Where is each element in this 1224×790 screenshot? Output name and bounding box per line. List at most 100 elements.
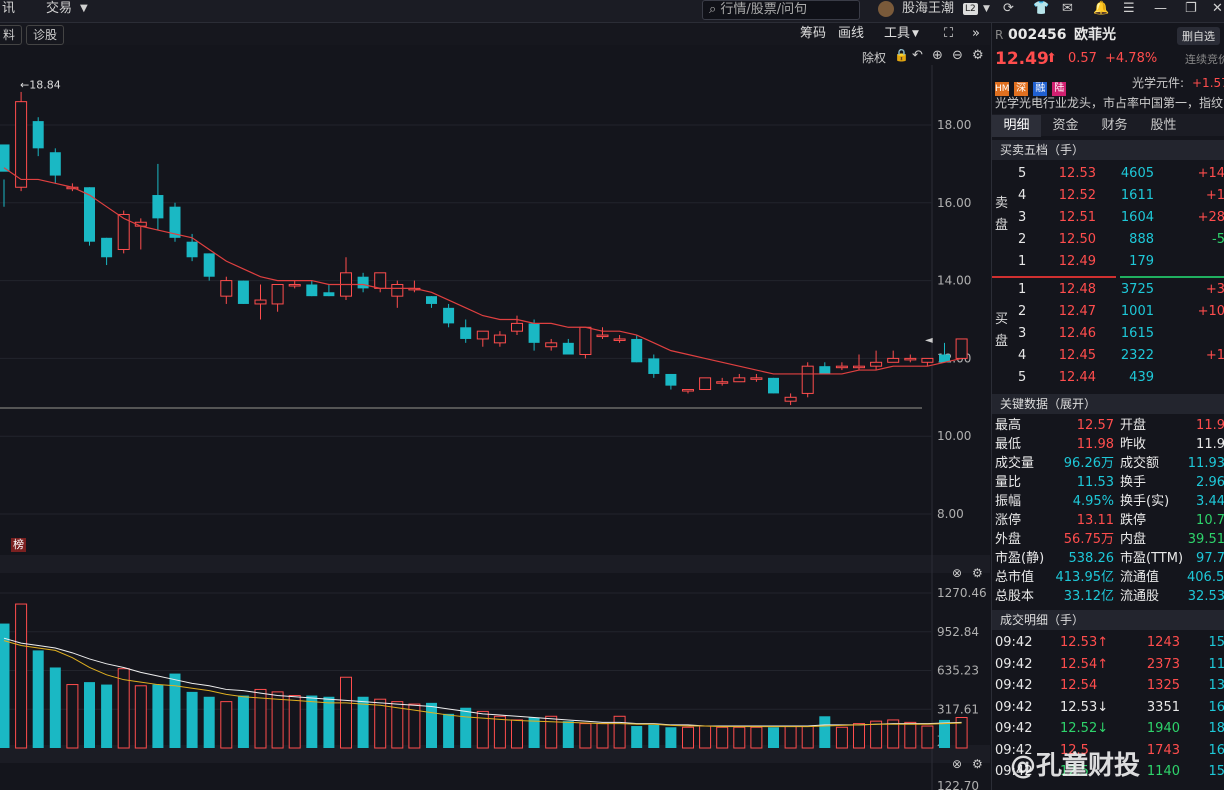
candle-body <box>562 342 574 355</box>
fullscreen-icon[interactable]: ⛶ <box>944 25 953 43</box>
lock-icon[interactable]: 🔒 <box>894 48 909 62</box>
trade-time: 09:42 <box>995 699 1033 715</box>
candle-body <box>545 342 558 348</box>
settings-icon[interactable]: ⚙ <box>972 48 984 63</box>
menu-trade[interactable]: 交易 <box>46 0 72 18</box>
price-pane <box>0 45 932 555</box>
volume-bar <box>613 715 626 749</box>
collapse-icon[interactable]: » <box>972 25 980 43</box>
trade-time: 09:42 <box>995 635 1033 650</box>
bell-icon[interactable]: 🔔 <box>1093 0 1109 18</box>
tab-funds[interactable]: 资金 <box>1041 115 1090 137</box>
quote-panel: R 002456 欧菲光 删自选 12.49 ⬆ 0.57 +4.78% 连续竞… <box>991 23 1224 790</box>
volume-bar <box>460 707 472 748</box>
search-input[interactable]: ⌕ 行情/股票/问句 <box>702 0 860 20</box>
indicator-axis-label: 122.70 <box>937 779 979 790</box>
keydata-label: 换手(实) <box>1120 494 1170 509</box>
indicator-settings-icon[interactable]: ⚙ <box>972 757 983 771</box>
shirt-icon[interactable]: 👕 <box>1033 0 1049 18</box>
sector-name[interactable]: 光学元件: <box>1132 73 1184 93</box>
candle-body <box>460 327 472 339</box>
volume-bar <box>443 713 455 748</box>
remove-watchlist-button[interactable]: 删自选 <box>1177 27 1220 45</box>
volume-bar <box>750 726 763 749</box>
bid-level: 4 <box>1018 348 1027 363</box>
volume-bar <box>596 723 609 749</box>
volume-axis-label: 1270.46 <box>937 586 987 600</box>
bid-volume: 3725 <box>1120 282 1154 297</box>
avatar[interactable] <box>878 1 894 17</box>
volume-bar <box>784 725 797 749</box>
keydata-value: 406.58 <box>1187 570 1224 585</box>
account-name[interactable]: 股海王潮 <box>902 0 954 18</box>
trade-volume: 1243 <box>1146 635 1180 650</box>
chevron-down-icon[interactable]: ▼ <box>80 0 88 18</box>
menu-news[interactable]: 讯 <box>2 0 15 18</box>
keydata-label: 成交量 <box>995 456 1035 471</box>
keydata-label: 昨收 <box>1120 437 1147 452</box>
profile-button[interactable]: 料 <box>0 25 23 45</box>
close-icon[interactable]: ✕ <box>1212 0 1223 18</box>
draw-line-button[interactable]: 画线 <box>838 25 864 43</box>
trade-count: 13 <box>1208 678 1224 693</box>
zoom-out-icon[interactable]: ⊖ <box>952 48 963 63</box>
trades-title[interactable]: 成交明细（手） <box>992 610 1224 630</box>
tab-detail[interactable]: 明细 <box>992 115 1041 137</box>
keydata-value: 538.26 <box>1068 551 1115 566</box>
mail-icon[interactable]: ✉ <box>1062 0 1073 18</box>
rank-badge[interactable]: 榜 <box>11 538 26 552</box>
tab-character[interactable]: 股性 <box>1139 115 1188 137</box>
stock-description[interactable]: 光学光电行业龙头，市占率中国第一，指纹 <box>995 93 1223 113</box>
ex-rights-button[interactable]: 除权 <box>862 49 886 66</box>
sell-label: 卖盘 <box>995 196 1009 233</box>
close-volume-icon[interactable]: ⊗ <box>952 566 962 580</box>
restore-icon[interactable]: ❐ <box>1185 0 1197 18</box>
candle-body <box>819 366 831 374</box>
keydata-value: 2.96 <box>1196 475 1224 490</box>
tools-button[interactable]: 工具 <box>884 25 910 43</box>
tab-finance[interactable]: 财务 <box>1090 115 1139 137</box>
orderbook-title[interactable]: 买卖五档（手） <box>992 140 1224 160</box>
diagnose-button[interactable]: 诊股 <box>26 25 65 45</box>
volume-settings-icon[interactable]: ⚙ <box>972 566 983 580</box>
bid-change <box>1176 324 1224 344</box>
keydata-label: 市盈(静) <box>995 551 1045 566</box>
keydata-value: 10.7 <box>1196 513 1224 528</box>
ask-price: 12.50 <box>1058 232 1096 247</box>
ask-price: 12.53 <box>1058 166 1096 181</box>
keydata-label: 跌停 <box>1120 513 1147 528</box>
refresh-icon[interactable]: ⟳ <box>1003 0 1014 18</box>
candle-body <box>835 365 848 369</box>
keydata-value: 3.44 <box>1196 494 1224 509</box>
zoom-in-icon[interactable]: ⊕ <box>932 48 943 63</box>
account-dropdown-icon[interactable]: ▼ <box>983 0 990 18</box>
keydata-title[interactable]: 关键数据（展开） <box>992 394 1224 414</box>
tools-dropdown-icon[interactable]: ▼ <box>912 25 919 43</box>
ask-price: 12.49 <box>1058 254 1096 269</box>
last-price: 12.49 <box>995 49 1049 69</box>
candle-body <box>288 283 301 287</box>
candle-body <box>904 357 917 361</box>
keydata-label: 成交额 <box>1120 456 1160 471</box>
sector-change: +1.57 <box>1192 76 1224 90</box>
trading-status: 连续竞价 <box>1185 53 1224 66</box>
volume-bar <box>870 720 883 749</box>
candle-body <box>579 326 592 356</box>
kline-chart[interactable]: 18.0016.0014.0012.0010.008.00←18.84◄1270… <box>0 45 990 790</box>
volume-bar <box>699 725 712 749</box>
chips-button[interactable]: 筹码 <box>800 25 826 43</box>
menu-icon[interactable]: ☰ <box>1123 0 1135 18</box>
price-axis-label: 18.00 <box>937 118 971 132</box>
close-indicator-icon[interactable]: ⊗ <box>952 757 962 771</box>
keydata-value: 12.57 <box>1076 418 1114 433</box>
candle-body <box>733 377 746 383</box>
keydata-value: 4.95% <box>1072 494 1114 509</box>
volume-bar <box>853 723 865 749</box>
minimize-icon[interactable]: — <box>1154 0 1167 18</box>
undo-icon[interactable]: ↶ <box>912 48 923 63</box>
bid-price: 12.44 <box>1058 370 1096 385</box>
ask-level: 5 <box>1018 166 1027 181</box>
ask-volume: 1611 <box>1120 188 1154 203</box>
current-price-marker: ◄ <box>925 335 933 346</box>
bid-volume: 439 <box>1129 370 1154 385</box>
